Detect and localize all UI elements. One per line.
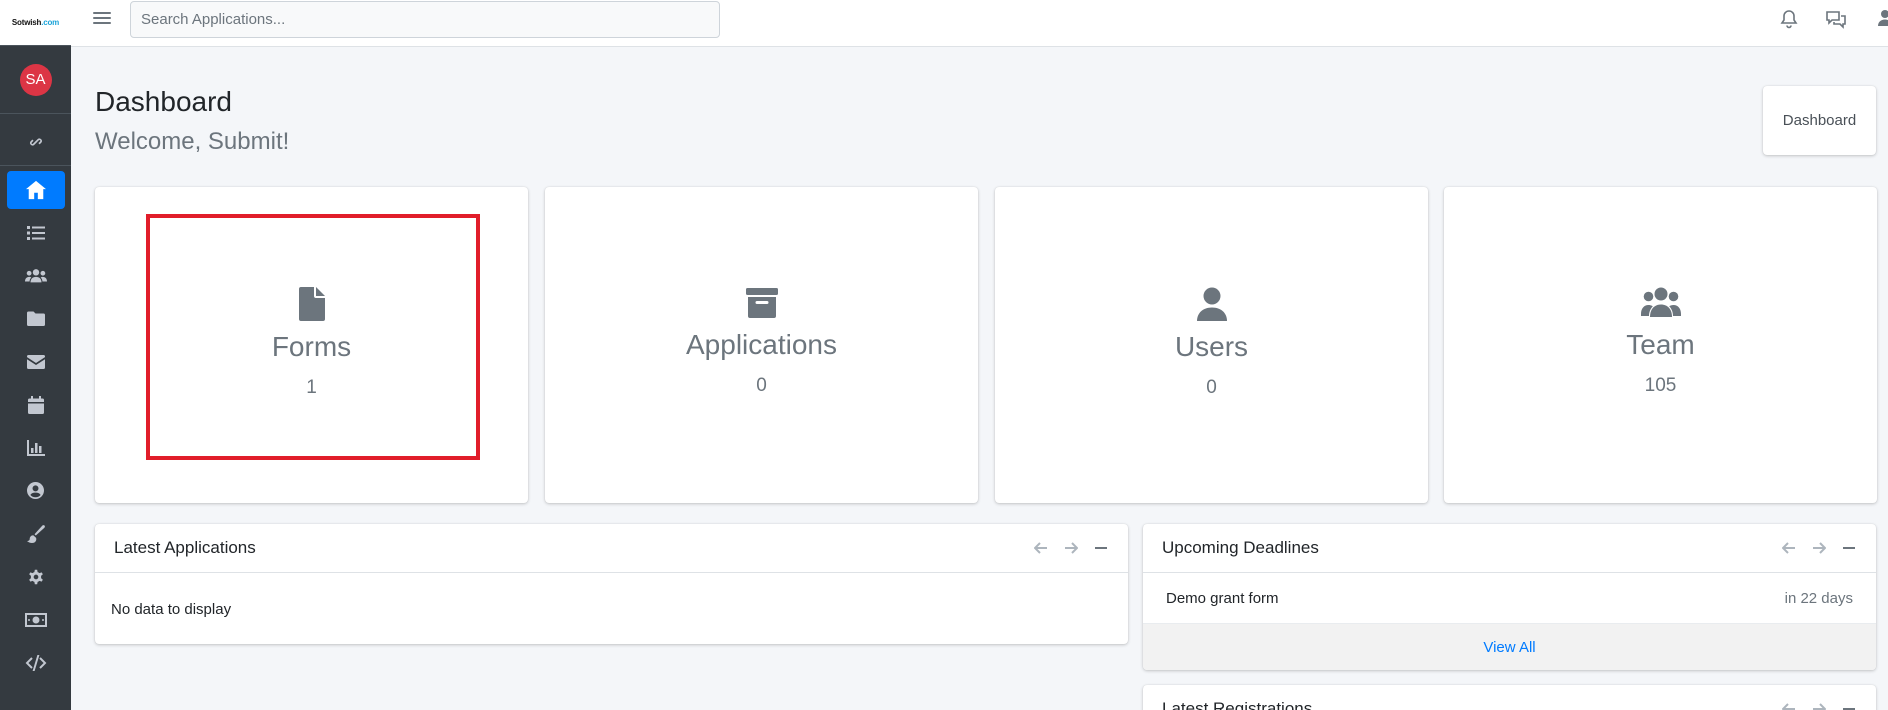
- stat-value: 0: [1206, 377, 1217, 398]
- search-input[interactable]: [130, 1, 720, 38]
- panel-header: Latest Registrations: [1143, 685, 1876, 710]
- panel-footer: View All: [1143, 623, 1876, 670]
- stat-card-team[interactable]: Team 105: [1444, 187, 1877, 503]
- arrow-left-icon[interactable]: [1781, 701, 1797, 710]
- user-icon[interactable]: [1878, 9, 1888, 32]
- user-panel: SA: [0, 46, 71, 114]
- sidebar-item-calendar[interactable]: [0, 383, 71, 426]
- bell-icon[interactable]: [1780, 9, 1798, 34]
- sidebar-item-billing[interactable]: [0, 598, 71, 641]
- stat-label: Users: [1174, 331, 1249, 362]
- stat-label: Forms: [271, 331, 352, 362]
- code-icon: [25, 654, 46, 671]
- panel-header: Latest Applications: [95, 524, 1128, 573]
- link-icon: [29, 137, 42, 146]
- menu-toggle-icon[interactable]: [93, 10, 111, 26]
- brand-logo[interactable]: Sotwish.com: [0, 0, 71, 46]
- stat-card-users[interactable]: Users 0: [995, 187, 1428, 503]
- sidebar-item-users[interactable]: [0, 254, 71, 297]
- sidebar-nav: [0, 118, 71, 684]
- brand-text: Sotwish.com: [11, 18, 60, 27]
- arrow-left-icon[interactable]: [1781, 540, 1797, 556]
- sidebar-item-links[interactable]: [0, 118, 71, 166]
- stat-card-forms[interactable]: Forms 1: [95, 187, 528, 503]
- page-subtitle: Welcome, Submit!: [95, 128, 290, 155]
- arrow-left-icon[interactable]: [1033, 540, 1049, 556]
- money-bill-icon: [24, 612, 47, 627]
- sidebar-item-profile[interactable]: [0, 469, 71, 512]
- panel-title: Upcoming Deadlines: [1162, 538, 1319, 557]
- calendar-icon: [27, 395, 44, 414]
- stat-card-applications[interactable]: Applications 0: [545, 187, 978, 503]
- sidebar-item-dashboard[interactable]: [0, 168, 71, 211]
- sidebar-item-settings[interactable]: [0, 555, 71, 598]
- view-all-link[interactable]: View All: [1483, 639, 1535, 656]
- collapse-icon[interactable]: [1841, 701, 1857, 710]
- archive-icon: [745, 288, 778, 318]
- panel-tools: [1033, 540, 1109, 556]
- home-icon: [25, 180, 46, 199]
- sidebar-item-folders[interactable]: [0, 297, 71, 340]
- chart-bar-icon: [26, 439, 45, 456]
- list-item[interactable]: Demo grant form in 22 days: [1143, 573, 1876, 623]
- page-title: Dashboard: [95, 86, 232, 117]
- empty-state-text: No data to display: [111, 601, 232, 618]
- deadline-name: Demo grant form: [1166, 589, 1279, 607]
- envelope-icon: [26, 354, 45, 369]
- arrow-right-icon[interactable]: [1063, 540, 1079, 556]
- list-icon: [26, 225, 45, 240]
- file-icon: [298, 287, 325, 321]
- sidebar-item-list[interactable]: [0, 211, 71, 254]
- top-navbar: [71, 0, 1888, 47]
- stat-value: 1: [306, 377, 317, 398]
- users-icon: [24, 268, 47, 282]
- stat-value: 0: [756, 375, 767, 396]
- sidebar-item-developer[interactable]: [0, 641, 71, 684]
- arrow-right-icon[interactable]: [1811, 701, 1827, 710]
- breadcrumb[interactable]: Dashboard: [1763, 86, 1876, 155]
- latest-applications-panel: Latest Applications No data to display: [95, 524, 1128, 644]
- sidebar-item-messages[interactable]: [0, 340, 71, 383]
- user-icon: [1196, 287, 1227, 321]
- latest-registrations-panel: Latest Registrations: [1143, 685, 1876, 710]
- paint-brush-icon: [26, 524, 45, 543]
- stat-value: 105: [1644, 375, 1677, 396]
- collapse-icon[interactable]: [1093, 540, 1109, 556]
- avatar[interactable]: SA: [19, 63, 52, 96]
- stat-label: Team: [1626, 329, 1695, 360]
- panel-tools: [1781, 540, 1857, 556]
- user-circle-icon: [27, 482, 44, 499]
- collapse-icon[interactable]: [1841, 540, 1857, 556]
- panel-tools: [1781, 701, 1857, 710]
- stat-label: Applications: [686, 329, 837, 360]
- upcoming-deadlines-panel: Upcoming Deadlines Demo grant form in 22…: [1143, 524, 1876, 670]
- chat-icon[interactable]: [1825, 9, 1847, 34]
- breadcrumb-item[interactable]: Dashboard: [1783, 112, 1856, 129]
- folder-icon: [26, 311, 45, 326]
- sidebar-item-appearance[interactable]: [0, 512, 71, 555]
- arrow-right-icon[interactable]: [1811, 540, 1827, 556]
- sidebar-item-reports[interactable]: [0, 426, 71, 469]
- panel-header: Upcoming Deadlines: [1143, 524, 1876, 573]
- deadline-time: in 22 days: [1784, 589, 1853, 607]
- panel-title: Latest Applications: [114, 538, 256, 557]
- sidebar: Sotwish.com SA: [0, 0, 71, 710]
- gear-icon: [28, 569, 43, 584]
- users-icon: [1640, 287, 1681, 317]
- panel-title: Latest Registrations: [1162, 699, 1313, 710]
